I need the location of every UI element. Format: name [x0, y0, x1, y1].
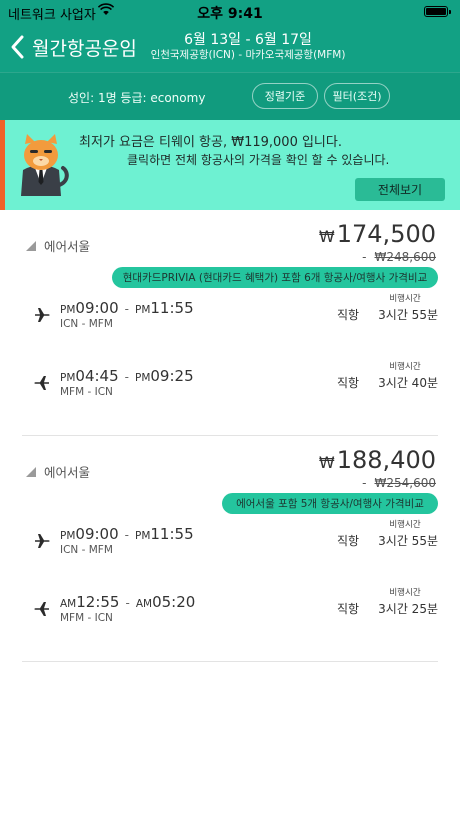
- arrival-ampm: PM: [134, 372, 151, 384]
- arrival-time: 09:25: [150, 367, 194, 385]
- airline-row: 에어서울: [26, 462, 90, 481]
- view-all-button[interactable]: 전체보기: [355, 178, 445, 201]
- card-divider: [22, 661, 438, 662]
- page-title: 월간항공운임: [32, 37, 137, 60]
- leg-route: MFM - ICN: [60, 386, 113, 398]
- duration-label: 비행시간: [389, 588, 421, 598]
- original-price: - ₩248,600: [362, 250, 436, 264]
- price-value: 174,500: [336, 220, 436, 248]
- direct-flight-label: 직항: [337, 308, 360, 322]
- arrival-ampm: PM: [134, 304, 151, 316]
- flight-times: AM12:55- AM05:20: [60, 593, 196, 611]
- plane-departure-icon: [35, 534, 50, 548]
- arrival-time: 11:55: [150, 299, 194, 317]
- status-bar: 네트워크 사업자 오후 9:41: [0, 0, 460, 24]
- nav-bar: 월간항공운임 6월 13일 - 6월 17일 인천국제공항(ICN) - 마카오…: [0, 24, 460, 72]
- sort-button[interactable]: 정렬기준: [252, 83, 318, 109]
- direct-flight-label: 직항: [337, 534, 360, 548]
- app-header: 네트워크 사업자 오후 9:41 월간항공운임 6월 13일 - 6월 17일 …: [0, 0, 460, 120]
- arrival-time: 05:20: [152, 593, 196, 611]
- flight-times: PM09:00- PM11:55: [60, 299, 194, 317]
- flight-times: PM04:45- PM09:25: [60, 367, 194, 385]
- airline-name: 에어서울: [44, 465, 91, 480]
- flight-leg-return: PM04:45- PM09:25 MFM - ICN 직항 비행시간 3시간 40…: [0, 362, 460, 416]
- flight-duration: 3시간 55분: [378, 534, 438, 548]
- original-price-value: ₩248,600: [374, 250, 437, 264]
- leg-route: ICN - MFM: [60, 544, 113, 556]
- airline-marker-icon: [26, 466, 36, 477]
- lowest-fare-banner[interactable]: 최저가 요금은 티웨이 항공, ₩119,000 입니다. 클릭하면 전체 항공…: [0, 120, 460, 210]
- plane-departure-icon: [35, 308, 50, 322]
- departure-ampm: PM: [60, 372, 76, 384]
- fare-result-card[interactable]: 에어서울 ₩174,500 - ₩248,600 현대카드PRIVIA (현대카드…: [0, 210, 460, 436]
- filter-bar: 성인: 1명 등급: economy 정렬기준 필터(조건): [0, 72, 460, 120]
- duration-label: 비행시간: [389, 362, 421, 372]
- original-price-value: ₩254,600: [374, 476, 437, 490]
- route-airports: 인천국제공항(ICN) - 마카오국제공항(MFM): [150, 49, 346, 61]
- flight-duration: 3시간 40분: [378, 376, 438, 390]
- chevron-left-icon: [11, 35, 24, 59]
- filter-button[interactable]: 필터(조건): [324, 83, 390, 109]
- flight-leg-outbound: PM09:00- PM11:55 ICN - MFM 직항 비행시간 3시간 55…: [0, 294, 460, 348]
- departure-ampm: PM: [60, 530, 76, 542]
- departure-time: 09:00: [75, 299, 119, 317]
- price-compare-button[interactable]: 현대카드PRIVIA (현대카드 혜택가) 포함 6개 항공사/여행사 가격비교: [112, 267, 438, 288]
- leg-route: MFM - ICN: [60, 612, 113, 624]
- duration-label: 비행시간: [389, 520, 421, 530]
- arrival-ampm: AM: [135, 598, 153, 610]
- travel-dates: 6월 13일 - 6월 17일: [184, 32, 312, 48]
- departure-ampm: PM: [60, 304, 76, 316]
- route-summary: 6월 13일 - 6월 17일 인천국제공항(ICN) - 마카오국제공항(MF…: [138, 32, 358, 63]
- fare-price: ₩174,500: [319, 220, 436, 248]
- banner-hint-text: 클릭하면 전체 항공사의 가격을 확인 할 수 있습니다.: [127, 153, 390, 167]
- fare-price: ₩188,400: [319, 446, 436, 474]
- flight-duration: 3시간 25분: [378, 602, 438, 616]
- arrival-time: 11:55: [150, 525, 194, 543]
- status-clock: 오후 9:41: [197, 6, 263, 22]
- battery-icon: [424, 6, 451, 17]
- airline-row: 에어서울: [26, 236, 90, 255]
- banner-lowest-fare-text: 최저가 요금은 티웨이 항공, ₩119,000 입니다.: [79, 135, 342, 150]
- price-value: 188,400: [336, 446, 436, 474]
- flight-leg-return: AM12:55- AM05:20 MFM - ICN 직항 비행시간 3시간 25…: [0, 588, 460, 642]
- duration-label: 비행시간: [389, 294, 421, 304]
- departure-time: 12:55: [76, 593, 120, 611]
- airline-name: 에어서울: [44, 239, 91, 254]
- plane-return-icon: [34, 602, 49, 616]
- price-compare-button[interactable]: 에어서울 포함 5개 항공사/여행사 가격비교: [222, 493, 438, 514]
- airline-marker-icon: [26, 240, 36, 251]
- direct-flight-label: 직항: [337, 602, 360, 616]
- currency-symbol: ₩: [318, 227, 335, 246]
- departure-time: 04:45: [75, 367, 119, 385]
- leg-route: ICN - MFM: [60, 318, 113, 330]
- direct-flight-label: 직항: [337, 376, 360, 390]
- departure-ampm: AM: [60, 598, 77, 610]
- fare-result-card[interactable]: 에어서울 ₩188,400 - ₩254,600 에어서울 포함 5개 항공사/여…: [0, 436, 460, 662]
- flight-duration: 3시간 55분: [378, 308, 438, 322]
- flight-leg-outbound: PM09:00- PM11:55 ICN - MFM 직항 비행시간 3시간 55…: [0, 520, 460, 574]
- currency-symbol: ₩: [318, 453, 335, 472]
- plane-return-icon: [34, 376, 49, 390]
- passenger-info: 성인: 1명 등급: economy: [68, 91, 206, 105]
- original-price: - ₩254,600: [362, 476, 436, 490]
- departure-time: 09:00: [75, 525, 119, 543]
- back-button[interactable]: 월간항공운임: [8, 30, 137, 64]
- arrival-ampm: PM: [134, 530, 151, 542]
- cat-mascot-icon: [21, 134, 69, 196]
- flight-times: PM09:00- PM11:55: [60, 525, 194, 543]
